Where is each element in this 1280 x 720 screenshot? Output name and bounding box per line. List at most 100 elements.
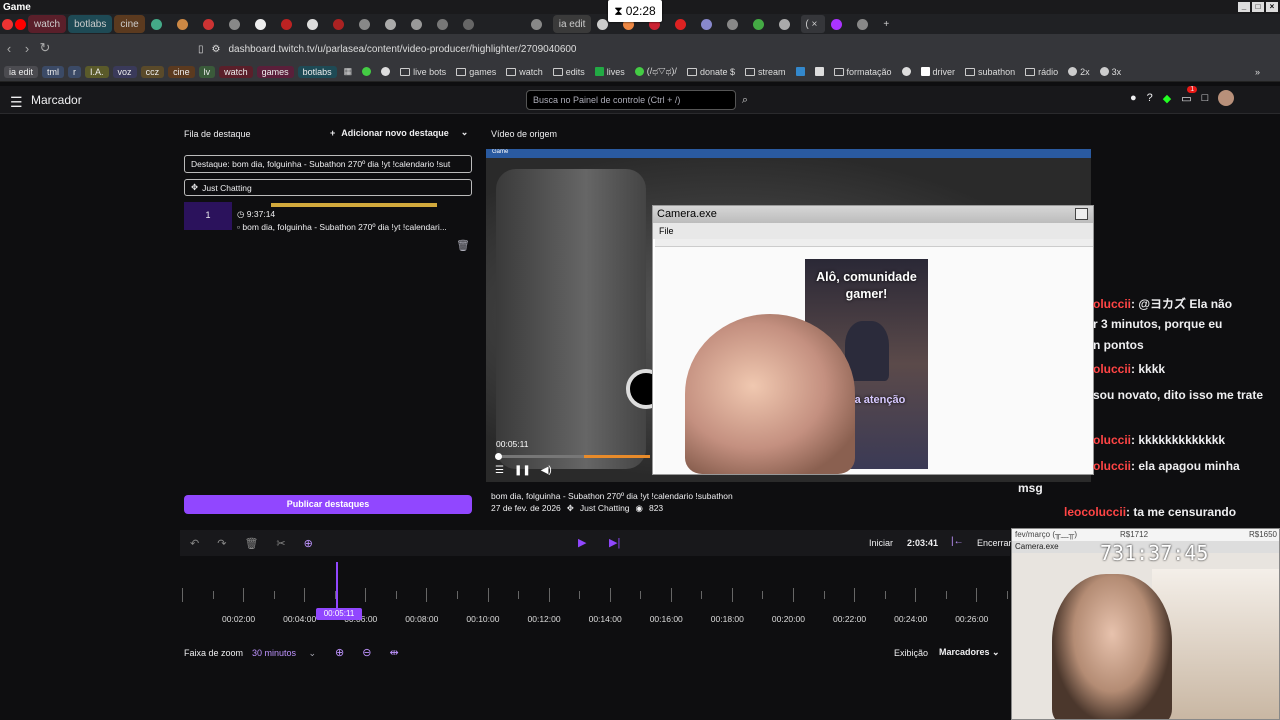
chat-icon[interactable]: □ [1202, 92, 1209, 104]
tab[interactable] [697, 15, 721, 33]
tab[interactable] [433, 15, 457, 33]
bookmark-folder[interactable]: watch [503, 67, 546, 77]
tab[interactable] [827, 15, 851, 33]
tab[interactable] [671, 15, 695, 33]
tab[interactable] [749, 15, 773, 33]
bookmark-folder[interactable]: donate $ [684, 67, 738, 77]
bookmark-item[interactable] [899, 67, 914, 76]
bookmark-icon[interactable]: ▯ [198, 44, 204, 55]
tab-group-watch[interactable]: watch [28, 15, 67, 33]
highlight-index[interactable]: 1 [184, 202, 232, 230]
bookmark-group[interactable]: tml [42, 65, 65, 78]
bookmark-item[interactable]: 3x [1097, 67, 1125, 77]
fit-icon[interactable]: ⇹ [389, 646, 398, 659]
bookmark-folder[interactable]: rádio [1022, 67, 1061, 77]
bookmark-group[interactable]: lv [198, 65, 216, 78]
avatar[interactable] [1218, 90, 1235, 106]
tab[interactable] [329, 15, 353, 33]
tab[interactable] [173, 15, 197, 33]
minimize-button[interactable]: _ [1238, 2, 1250, 12]
forward-icon[interactable]: › [18, 41, 36, 56]
bits-icon[interactable]: ◆ [1163, 92, 1171, 105]
display-select[interactable]: Marcadores ⌄ [939, 647, 1000, 658]
video-scrubber[interactable] [495, 453, 502, 460]
active-tab[interactable]: ( × [801, 15, 826, 33]
users-icon[interactable]: ● [1130, 92, 1137, 104]
url-text[interactable]: dashboard.twitch.tv/u/parlasea/content/v… [228, 44, 576, 55]
category-input[interactable]: ✥ Just Chatting [184, 179, 472, 196]
tab[interactable] [225, 15, 249, 33]
tab[interactable] [853, 15, 877, 33]
set-start-icon[interactable]: |← [951, 536, 964, 547]
bookmark-folder[interactable]: edits [550, 67, 588, 77]
bookmark-item[interactable]: driver [918, 67, 959, 77]
bookmark-group[interactable]: voz [112, 65, 137, 78]
zoom-range-select[interactable]: 30 minutos ⌄ [252, 648, 316, 659]
inbox-icon[interactable]: ▭ 1 [1181, 85, 1198, 105]
close-button[interactable]: × [1266, 2, 1278, 12]
tab[interactable] [199, 15, 223, 33]
search-icon[interactable]: ⌕ [736, 90, 754, 110]
list-icon[interactable]: ☰ [495, 465, 504, 476]
tab-group-cine[interactable]: cine [114, 15, 145, 33]
tab[interactable] [723, 15, 747, 33]
bookmark-item[interactable] [793, 67, 808, 76]
add-new-highlight-button[interactable]: + Adicionar novo destaque ⌄ [330, 127, 468, 138]
tab[interactable] [459, 15, 483, 33]
search-input[interactable]: Busca no Painel de controle (Ctrl + /) [526, 90, 736, 110]
bookmark-folder[interactable]: stream [742, 67, 789, 77]
volume-icon[interactable]: ◀) [541, 465, 552, 476]
bookmark-item[interactable] [378, 67, 393, 76]
zoom-out-icon[interactable]: ⊖ [362, 646, 371, 659]
pause-icon[interactable]: ❚❚ [514, 465, 531, 476]
more-bookmarks-icon[interactable]: » [1252, 67, 1280, 77]
maximize-button[interactable]: □ [1252, 2, 1264, 12]
bookmark-item[interactable]: lives [592, 67, 628, 77]
tab[interactable] [303, 15, 327, 33]
bookmark-item[interactable]: (/ಥ▽ಥ)/ [632, 66, 680, 77]
youtube-icon[interactable] [15, 18, 26, 30]
bookmark-group[interactable]: I.A. [85, 65, 109, 78]
zoom-in-icon[interactable]: ⊕ [335, 646, 344, 659]
url-bar[interactable]: ▯ ⚙ dashboard.twitch.tv/u/parlasea/conte… [198, 39, 998, 59]
bookmark-group[interactable]: watch [219, 65, 253, 78]
start-value[interactable]: 2:03:41 [907, 538, 938, 548]
bookmark-group[interactable]: ccz [140, 65, 165, 78]
new-tab-button[interactable]: + [879, 15, 903, 33]
tab-group-botlabs[interactable]: botlabs [68, 15, 113, 33]
tab[interactable] [355, 15, 379, 33]
bookmark-group[interactable]: botlabs [297, 65, 337, 78]
redo-icon[interactable]: ↷ [217, 537, 226, 550]
site-info-icon[interactable]: ⚙ [212, 44, 221, 55]
tab[interactable] [147, 15, 171, 33]
back-icon[interactable]: ‹ [0, 41, 18, 56]
bookmark-group[interactable]: cine [168, 65, 195, 78]
tab[interactable] [407, 15, 431, 33]
publish-highlights-button[interactable]: Publicar destaques [184, 495, 472, 514]
reload-icon[interactable]: ↻ [36, 40, 54, 56]
tab[interactable] [485, 15, 525, 33]
close-icon[interactable]: × [1075, 208, 1088, 220]
bookmark-group[interactable]: games [256, 65, 294, 78]
undo-icon[interactable]: ↶ [190, 537, 199, 550]
play-icon[interactable]: ▶ [578, 536, 586, 549]
apps-icon[interactable]: ▦ [341, 66, 356, 77]
skip-end-icon[interactable]: ▶| [609, 536, 620, 549]
menu-icon[interactable]: ☰ [10, 94, 23, 111]
tab[interactable] [251, 15, 275, 33]
trash-icon[interactable]: 🗑 [244, 537, 258, 550]
scissors-icon[interactable]: ✂ [276, 537, 285, 550]
bookmark-item[interactable] [359, 67, 374, 76]
bookmark-folder[interactable]: subathon [962, 67, 1018, 77]
bookmark-folder[interactable]: formatação [831, 67, 895, 77]
bookmark-folder[interactable]: live bots [397, 67, 449, 77]
camera-menu-file[interactable]: File [653, 223, 1093, 239]
tab[interactable] [277, 15, 301, 33]
highlight-title-input[interactable]: Destaque: bom dia, folguinha - Subathon … [184, 155, 472, 173]
bookmark-folder[interactable]: games [453, 67, 499, 77]
bookmark-item[interactable] [812, 67, 827, 76]
tab[interactable] [775, 15, 799, 33]
help-icon[interactable]: ? [1147, 92, 1153, 104]
tab[interactable] [381, 15, 405, 33]
tab[interactable] [527, 15, 551, 33]
